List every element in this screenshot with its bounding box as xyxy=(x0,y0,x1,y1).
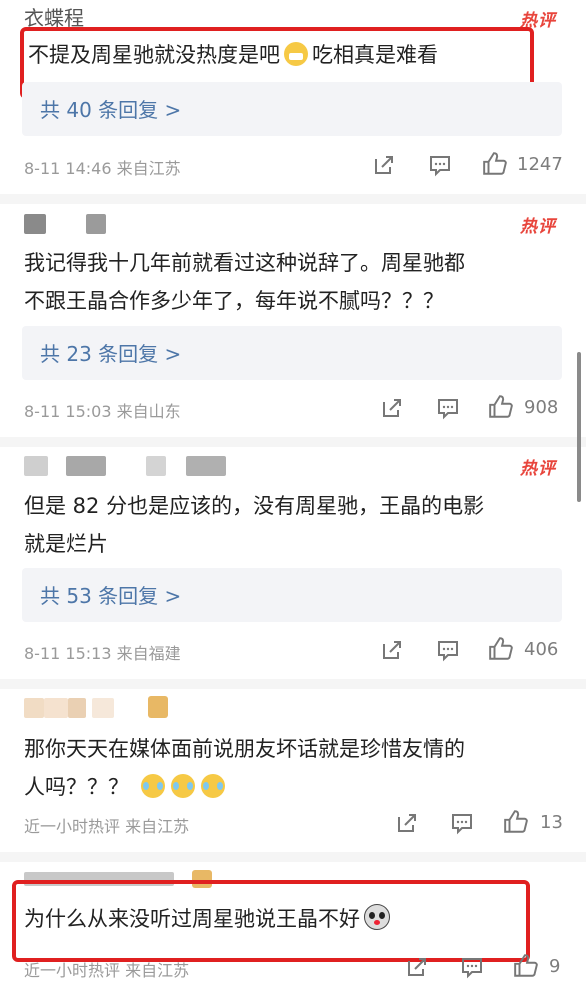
laughing-crying-icon xyxy=(171,774,195,798)
comment-4-username-blurred-3[interactable] xyxy=(68,698,86,718)
comment-1-replies[interactable]: 共 40 条回复 > xyxy=(22,82,562,136)
comment-5-meta: 近一小时热评 来自江苏 xyxy=(24,961,190,980)
share-icon[interactable] xyxy=(395,811,419,835)
share-icon[interactable] xyxy=(380,396,404,420)
divider xyxy=(0,194,586,204)
hot-comment-badge: 热评 xyxy=(520,217,556,237)
comment-4-content: 那你天天在媒体面前说朋友坏话就是珍惜友情的 人吗？？？ xyxy=(24,730,465,806)
comment-2-line-1: 我记得我十几年前就看过这种说辞了。周星驰都 xyxy=(24,251,465,275)
comment-3-replies-link[interactable]: 共 53 条回复 > xyxy=(40,580,181,609)
comment-2-likes: 908 xyxy=(524,397,559,418)
comment-2-content: 我记得我十几年前就看过这种说辞了。周星驰都 不跟王晶合作多少年了，每年说不腻吗？… xyxy=(24,244,465,320)
like-icon[interactable] xyxy=(488,636,514,660)
comment-icon[interactable] xyxy=(436,396,460,420)
comment-icon[interactable] xyxy=(450,811,474,835)
comment-3-replies[interactable]: 共 53 条回复 > xyxy=(22,568,562,622)
comment-2-username-blurred[interactable] xyxy=(24,214,46,234)
comment-4-meta: 近一小时热评 来自江苏 xyxy=(24,817,190,836)
like-icon[interactable] xyxy=(488,394,514,418)
comment-5-content: 为什么从来没听过周星驰说王晶不好 xyxy=(24,900,390,938)
comment-5-likes: 9 xyxy=(549,956,561,977)
laughing-crying-icon xyxy=(141,774,165,798)
divider xyxy=(0,679,586,689)
comment-2-replies-link[interactable]: 共 23 条回复 > xyxy=(40,338,181,367)
comment-3-likes: 406 xyxy=(524,639,559,660)
like-icon[interactable] xyxy=(513,953,539,977)
divider xyxy=(0,852,586,862)
like-icon[interactable] xyxy=(503,809,529,833)
comment-3-username-blurred-3[interactable] xyxy=(146,456,166,476)
comment-1-meta: 8-11 14:46 来自江苏 xyxy=(24,159,181,178)
comment-3-username-blurred[interactable] xyxy=(24,456,48,476)
share-icon[interactable] xyxy=(380,638,404,662)
laughing-crying-icon xyxy=(201,774,225,798)
comment-icon[interactable] xyxy=(436,638,460,662)
comment-3-line-2: 就是烂片 xyxy=(24,532,108,556)
comment-4-line-2: 人吗？？？ xyxy=(24,775,129,799)
divider xyxy=(0,437,586,447)
comment-4-username-blurred-4[interactable] xyxy=(92,698,114,718)
comment-3-content: 但是 82 分也是应该的，没有周星驰，王晶的电影 就是烂片 xyxy=(24,487,484,563)
comment-4-line-2-row: 人吗？？？ xyxy=(24,768,465,806)
comment-2-replies[interactable]: 共 23 条回复 > xyxy=(22,326,562,380)
emoji-group xyxy=(141,774,225,799)
comment-3-meta: 8-11 15:13 来自福建 xyxy=(24,644,181,663)
scrollbar[interactable] xyxy=(577,352,581,502)
comment-1-text-suffix: 吃相真是难看 xyxy=(312,43,438,67)
share-icon[interactable] xyxy=(405,955,429,979)
comment-1-content: 不提及周星驰就没热度是吧 吃相真是难看 xyxy=(28,36,438,74)
comment-1-likes: 1247 xyxy=(517,154,563,175)
panda-face-icon xyxy=(364,904,390,930)
comment-icon[interactable] xyxy=(428,153,452,177)
comment-icon[interactable] xyxy=(460,955,484,979)
comment-4-username-blurred-2[interactable] xyxy=(44,698,68,718)
comment-4-likes: 13 xyxy=(540,812,563,833)
comment-2-meta: 8-11 15:03 来自山东 xyxy=(24,402,181,421)
badge-icon xyxy=(148,696,168,718)
comment-2-username-blurred-2[interactable] xyxy=(86,214,106,234)
comment-3-line-1: 但是 82 分也是应该的，没有周星驰，王晶的电影 xyxy=(24,494,485,518)
comment-3-username-blurred-2[interactable] xyxy=(66,456,106,476)
like-icon[interactable] xyxy=(482,151,508,175)
comment-2-line-2: 不跟王晶合作多少年了，每年说不腻吗？？？ xyxy=(24,289,444,313)
comment-4-line-1: 那你天天在媒体面前说朋友坏话就是珍惜友情的 xyxy=(24,737,465,761)
share-icon[interactable] xyxy=(372,153,396,177)
hot-comment-badge: 热评 xyxy=(520,459,556,479)
crying-face-icon xyxy=(284,42,308,66)
comment-4-username-blurred[interactable] xyxy=(24,698,44,718)
comment-1-replies-link[interactable]: 共 40 条回复 > xyxy=(40,94,181,123)
comment-3-username-blurred-4[interactable] xyxy=(186,456,226,476)
comment-1-text: 不提及周星驰就没热度是吧 xyxy=(28,43,280,67)
comment-5-text: 为什么从来没听过周星驰说王晶不好 xyxy=(24,907,360,931)
